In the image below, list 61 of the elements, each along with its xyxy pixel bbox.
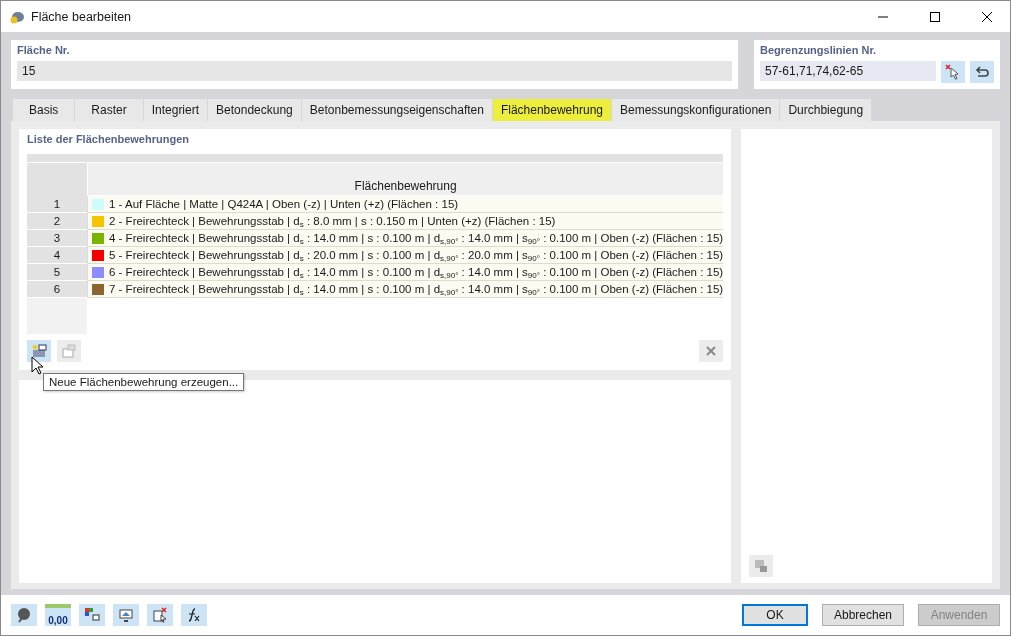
header-corner — [27, 162, 87, 196]
tab[interactable]: Bemessungskonfigurationen — [612, 99, 781, 121]
dialog-button[interactable]: Abbrechen — [822, 604, 904, 626]
monitor-icon — [118, 607, 134, 623]
boundary-lines-label: Begrenzungslinien Nr. — [760, 44, 878, 56]
maximize-icon — [930, 11, 940, 22]
tab[interactable]: Durchbiegung — [780, 99, 873, 121]
tab[interactable]: Integriert — [143, 99, 209, 121]
row-number: 5 — [27, 264, 87, 281]
reinforcement-text: 7 - Freirechteck | Bewehrungsstab | d$_{s}$ : 14.0 mm | s : 0.100 m | d$_{s,90°}$ : 14.0 mm | s$_{90°}$ : 0.100 m | Oben (-z) (Flächen : 15) — [109, 283, 724, 295]
tab[interactable]: Betondeckung — [208, 99, 302, 121]
window-title: Fläche bearbeiten — [31, 9, 133, 24]
view-button[interactable] — [113, 604, 139, 626]
render-button[interactable] — [749, 555, 774, 577]
surface-number-field[interactable]: 15 — [17, 61, 732, 81]
window-icon — [61, 343, 77, 359]
new-reinforcement-button[interactable] — [27, 340, 51, 362]
row-number: 1 — [27, 196, 87, 213]
tab[interactable]: Betonbemessungseigenschaften — [301, 99, 493, 121]
tooltip: Neue Flächenbewehrung erzeugen... — [43, 373, 245, 391]
return-button[interactable] — [970, 61, 994, 83]
tab[interactable]: Flächenbewehrung — [492, 99, 612, 121]
units-button[interactable]: 0,00 — [45, 604, 71, 626]
row-number: 6 — [27, 281, 87, 298]
row-number: 4 — [27, 247, 87, 264]
boundary-lines-field[interactable]: 57-61,71,74,62-65 — [760, 61, 936, 81]
list-title: Liste der Flächenbewehrungen — [27, 133, 190, 145]
table-cell[interactable]: 7 - Freirechteck | Bewehrungsstab | d$_{s}$ : 14.0 mm | s : 0.100 m | d$_{s,90°}$ : 14.0 mm | s$_{90°}$ : 0.100 m | Oben (-z) (Flächen : 15) — [87, 281, 724, 298]
function-icon — [186, 607, 202, 623]
surface-number-label: Fläche Nr. — [17, 44, 71, 56]
table-cell[interactable]: 4 - Freirechteck | Bewehrungsstab | d$_{s}$ : 14.0 mm | s : 0.100 m | d$_{s,90°}$ : 14.0 mm | s$_{90°}$ : 0.100 m | Oben (-z) (Flächen : 15) — [87, 230, 724, 247]
reinforcement-text: 4 - Freirechteck | Bewehrungsstab | d$_{s}$ : 14.0 mm | s : 0.100 m | d$_{s,90°}$ : 14.0 mm | s$_{90°}$ : 0.100 m | Oben (-z) (Flächen : 15) — [109, 232, 724, 244]
color-settings-button[interactable] — [79, 604, 105, 626]
grid-star-icon — [31, 343, 47, 359]
reinforcement-text: 6 - Freirechteck | Bewehrungsstab | d$_{s}$ : 14.0 mm | s : 0.100 m | d$_{s,90°}$ : 14.0 mm | s$_{90°}$ : 0.100 m | Oben (-z) (Flächen : 15) — [109, 266, 724, 278]
return-arrow-icon — [974, 64, 990, 80]
row-number: 2 — [27, 213, 87, 230]
reinforcement-text: 1 - Auf Fläche | Matte | Q424A | Oben (-z) | Unten (+z) (Flächen : 15) — [109, 198, 459, 210]
close-icon — [982, 11, 992, 22]
column-header: Flächenbewehrung — [87, 162, 724, 195]
reinforcement-text: 2 - Freirechteck | Bewehrungsstab | d$_{s}$ : 8.0 mm | s : 0.150 m | Unten (+z) (Flächen : 15) — [109, 215, 556, 227]
row-header-filler — [27, 298, 87, 334]
tab[interactable]: Basis — [13, 99, 76, 121]
table-cell[interactable]: 2 - Freirechteck | Bewehrungsstab | d$_{s}$ : 8.0 mm | s : 0.150 m | Unten (+z) (Flächen : 15) — [87, 213, 724, 230]
select-button[interactable] — [147, 604, 173, 626]
delete-button[interactable] — [699, 340, 724, 362]
render-icon — [753, 558, 770, 574]
help-icon — [16, 607, 32, 623]
document-cursor-icon — [152, 607, 168, 623]
table-cell[interactable]: 6 - Freirechteck | Bewehrungsstab | d$_{s}$ : 14.0 mm | s : 0.100 m | d$_{s,90°}$ : 14.0 mm | s$_{90°}$ : 0.100 m | Oben (-z) (Flächen : 15) — [87, 264, 724, 281]
table-cell[interactable]: 1 - Auf Fläche | Matte | Q424A | Oben (-z) | Unten (+z) (Flächen : 15) — [87, 196, 724, 213]
formula-button[interactable] — [181, 604, 207, 626]
dialog-button[interactable]: OK — [742, 604, 808, 626]
pick-button[interactable] — [941, 61, 965, 83]
help-button[interactable] — [11, 604, 37, 626]
tab[interactable]: Raster — [75, 99, 144, 121]
pointer-icon — [945, 64, 961, 80]
table-cell[interactable]: 5 - Freirechteck | Bewehrungsstab | d$_{s}$ : 20.0 mm | s : 0.100 m | d$_{s,90°}$ : 20.0 mm | s$_{90°}$ : 0.100 m | Oben (-z) (Flächen : 15) — [87, 247, 724, 264]
reinforcement-text: 5 - Freirechteck | Bewehrungsstab | d$_{s}$ : 20.0 mm | s : 0.100 m | d$_{s,90°}$ : 20.0 mm | s$_{90°}$ : 0.100 m | Oben (-z) (Flächen : 15) — [109, 249, 724, 261]
row-number: 3 — [27, 230, 87, 247]
color-grid-icon — [84, 607, 100, 623]
